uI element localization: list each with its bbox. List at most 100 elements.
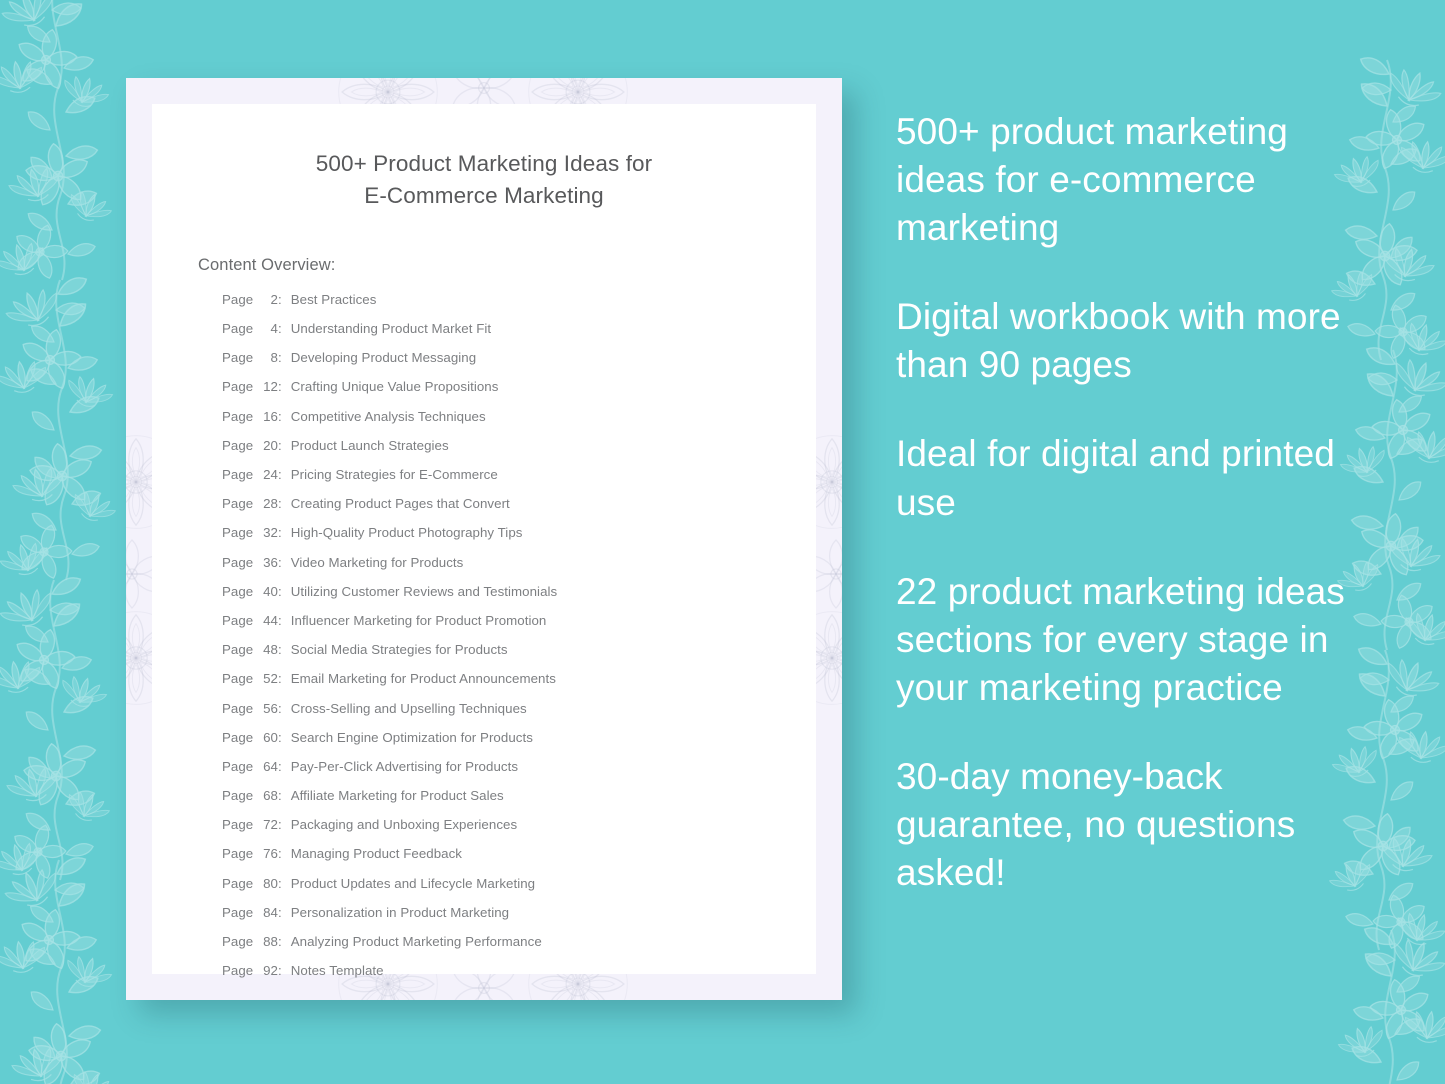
promo-item: 500+ product marketing ideas for e-comme… [896, 111, 1288, 249]
toc-row: Page 40: Utilizing Customer Reviews and T… [222, 583, 778, 614]
toc-row: Page 24: Pricing Strategies for E-Commerc… [222, 468, 778, 497]
page-title: 500+ Product Marketing Ideas for E-Comme… [190, 148, 778, 212]
toc-row: Page 80: Product Updates and Lifecycle Ma… [222, 875, 778, 906]
toc-row: Page 20: Product Launch Strategies [222, 439, 778, 468]
toc-colon: : [278, 321, 282, 337]
toc-page-word: Page [222, 846, 257, 862]
toc-row: Page 16: Competitive Analysis Techniques [222, 408, 778, 439]
promo-item: Ideal for digital and printed use [896, 433, 1335, 523]
toc-page-word: Page [222, 379, 257, 395]
toc-page-word: Page [222, 496, 257, 512]
toc-page-number: 64 [263, 758, 278, 774]
toc-row: Page 92: Notes Template [222, 964, 778, 993]
toc-page-word: Page [222, 700, 257, 716]
toc-page-number: 52 [263, 671, 278, 687]
toc-section-title: Product Launch Strategies [290, 437, 449, 453]
toc-section-title: Competitive Analysis Techniques [290, 408, 486, 424]
toc-colon: : [278, 788, 282, 804]
toc-page-word: Page [222, 291, 257, 307]
toc-page-number: 44 [263, 612, 278, 628]
toc-section-title: Analyzing Product Marketing Performance [290, 934, 542, 949]
toc-section-title: Packaging and Unboxing Experiences [290, 817, 518, 833]
toc-page-number: 24 [263, 467, 278, 482]
toc-row: Page 48: Social Media Strategies for Prod… [222, 643, 778, 672]
toc-page-number: 60 [263, 729, 278, 745]
toc-row: Page 12: Crafting Unique Value Propositio… [222, 380, 778, 409]
toc-page-word: Page [222, 525, 257, 541]
toc-section-title: Product Updates and Lifecycle Marketing [290, 875, 536, 891]
toc-row: Page 4: Understanding Product Market Fit [222, 322, 778, 351]
toc-page-number: 4 [270, 321, 278, 337]
toc-page-number: 88 [263, 934, 278, 949]
toc-section-title: Personalization in Product Marketing [290, 904, 510, 920]
toc-colon: : [278, 525, 282, 541]
toc-page-number: 20 [263, 437, 278, 453]
toc-section-title: Managing Product Feedback [290, 846, 463, 862]
toc-section-title: Pricing Strategies for E-Commerce [290, 467, 498, 482]
toc-colon: : [278, 934, 282, 949]
page-title-line-2: E-Commerce Marketing [364, 182, 604, 208]
toc-colon: : [278, 496, 282, 512]
toc-section-title: Email Marketing for Product Announcement… [290, 671, 556, 687]
document-page: 500+ Product Marketing Ideas for E-Comme… [152, 104, 816, 977]
toc-section-title: Understanding Product Market Fit [290, 321, 492, 337]
promo-copy-column: 500+ product marketing ideas for e-comme… [896, 108, 1356, 897]
toc-page-word: Page [222, 467, 257, 482]
toc-colon: : [278, 671, 282, 687]
toc-page-word: Page [222, 612, 257, 628]
toc-colon: : [278, 583, 282, 599]
toc-row: Page 44: Influencer Marketing for Product… [222, 614, 778, 643]
toc-page-word: Page [222, 321, 257, 337]
toc-page-number: 16 [263, 408, 278, 424]
toc-page-number: 2 [270, 291, 278, 307]
promo-item: Digital workbook with more than 90 pages [896, 296, 1341, 386]
toc-page-number: 28 [263, 496, 278, 512]
toc-row: Page 68: Affiliate Marketing for Product … [222, 789, 778, 818]
toc-colon: : [278, 846, 282, 862]
toc-row: Page 72: Packaging and Unboxing Experienc… [222, 818, 778, 847]
toc-page-number: 72 [263, 817, 278, 833]
toc-page-number: 8 [270, 350, 278, 366]
toc-page-word: Page [222, 934, 257, 949]
toc-row: Page 36: Video Marketing for Products [222, 554, 778, 585]
toc-section-title: Affiliate Marketing for Product Sales [290, 788, 504, 804]
toc-page-word: Page [222, 554, 257, 570]
toc-page-number: 76 [263, 846, 278, 862]
toc-page-word: Page [222, 788, 257, 804]
toc-colon: : [278, 554, 282, 570]
toc-colon: : [278, 904, 282, 920]
toc-page-word: Page [222, 904, 257, 920]
toc-section-title: Utilizing Customer Reviews and Testimoni… [290, 583, 558, 599]
toc-page-number: 56 [263, 700, 278, 716]
page-title-line-1: 500+ Product Marketing Ideas for [315, 151, 653, 176]
toc-section-title: Search Engine Optimization for Products [290, 729, 533, 745]
promo-item: 30-day money-back guarantee, no question… [896, 755, 1296, 894]
toc-colon: : [278, 612, 282, 628]
toc-page-number: 48 [263, 642, 278, 658]
toc-section-title: High-Quality Product Photography Tips [290, 525, 523, 541]
toc-page-word: Page [222, 875, 257, 891]
floral-border-left-icon [0, 0, 144, 1084]
toc-page-number: 32 [263, 525, 278, 541]
toc-row: Page 28: Creating Product Pages that Conv… [222, 497, 778, 526]
toc-colon: : [278, 642, 282, 658]
toc-page-word: Page [222, 350, 257, 366]
toc-colon: : [278, 408, 282, 424]
toc-page-number: 80 [263, 875, 278, 891]
toc-colon: : [278, 817, 282, 833]
toc-row: Page 76: Managing Product Feedback [222, 847, 778, 876]
toc-row: Page 2: Best Practices [222, 293, 778, 322]
toc-page-number: 40 [263, 583, 278, 599]
toc-colon: : [278, 437, 282, 453]
toc-section-title: Pay-Per-Click Advertising for Products [290, 758, 519, 774]
table-of-contents-list: Page 2: Best Practices Page 4: Understandin… [190, 293, 778, 994]
toc-colon: : [278, 291, 282, 307]
toc-row: Page 56: Cross-Selling and Upselling Tech… [222, 700, 778, 731]
toc-section-title: Best Practices [290, 291, 377, 307]
toc-page-word: Page [222, 963, 257, 979]
document-preview-card[interactable]: 500+ Product Marketing Ideas for E-Comme… [126, 78, 842, 1000]
toc-colon: : [278, 758, 282, 774]
toc-row: Page 64: Pay-Per-Click Advertising for Pr… [222, 760, 778, 789]
toc-section-title: Video Marketing for Products [290, 554, 464, 570]
toc-section-title: Social Media Strategies for Products [290, 642, 508, 658]
